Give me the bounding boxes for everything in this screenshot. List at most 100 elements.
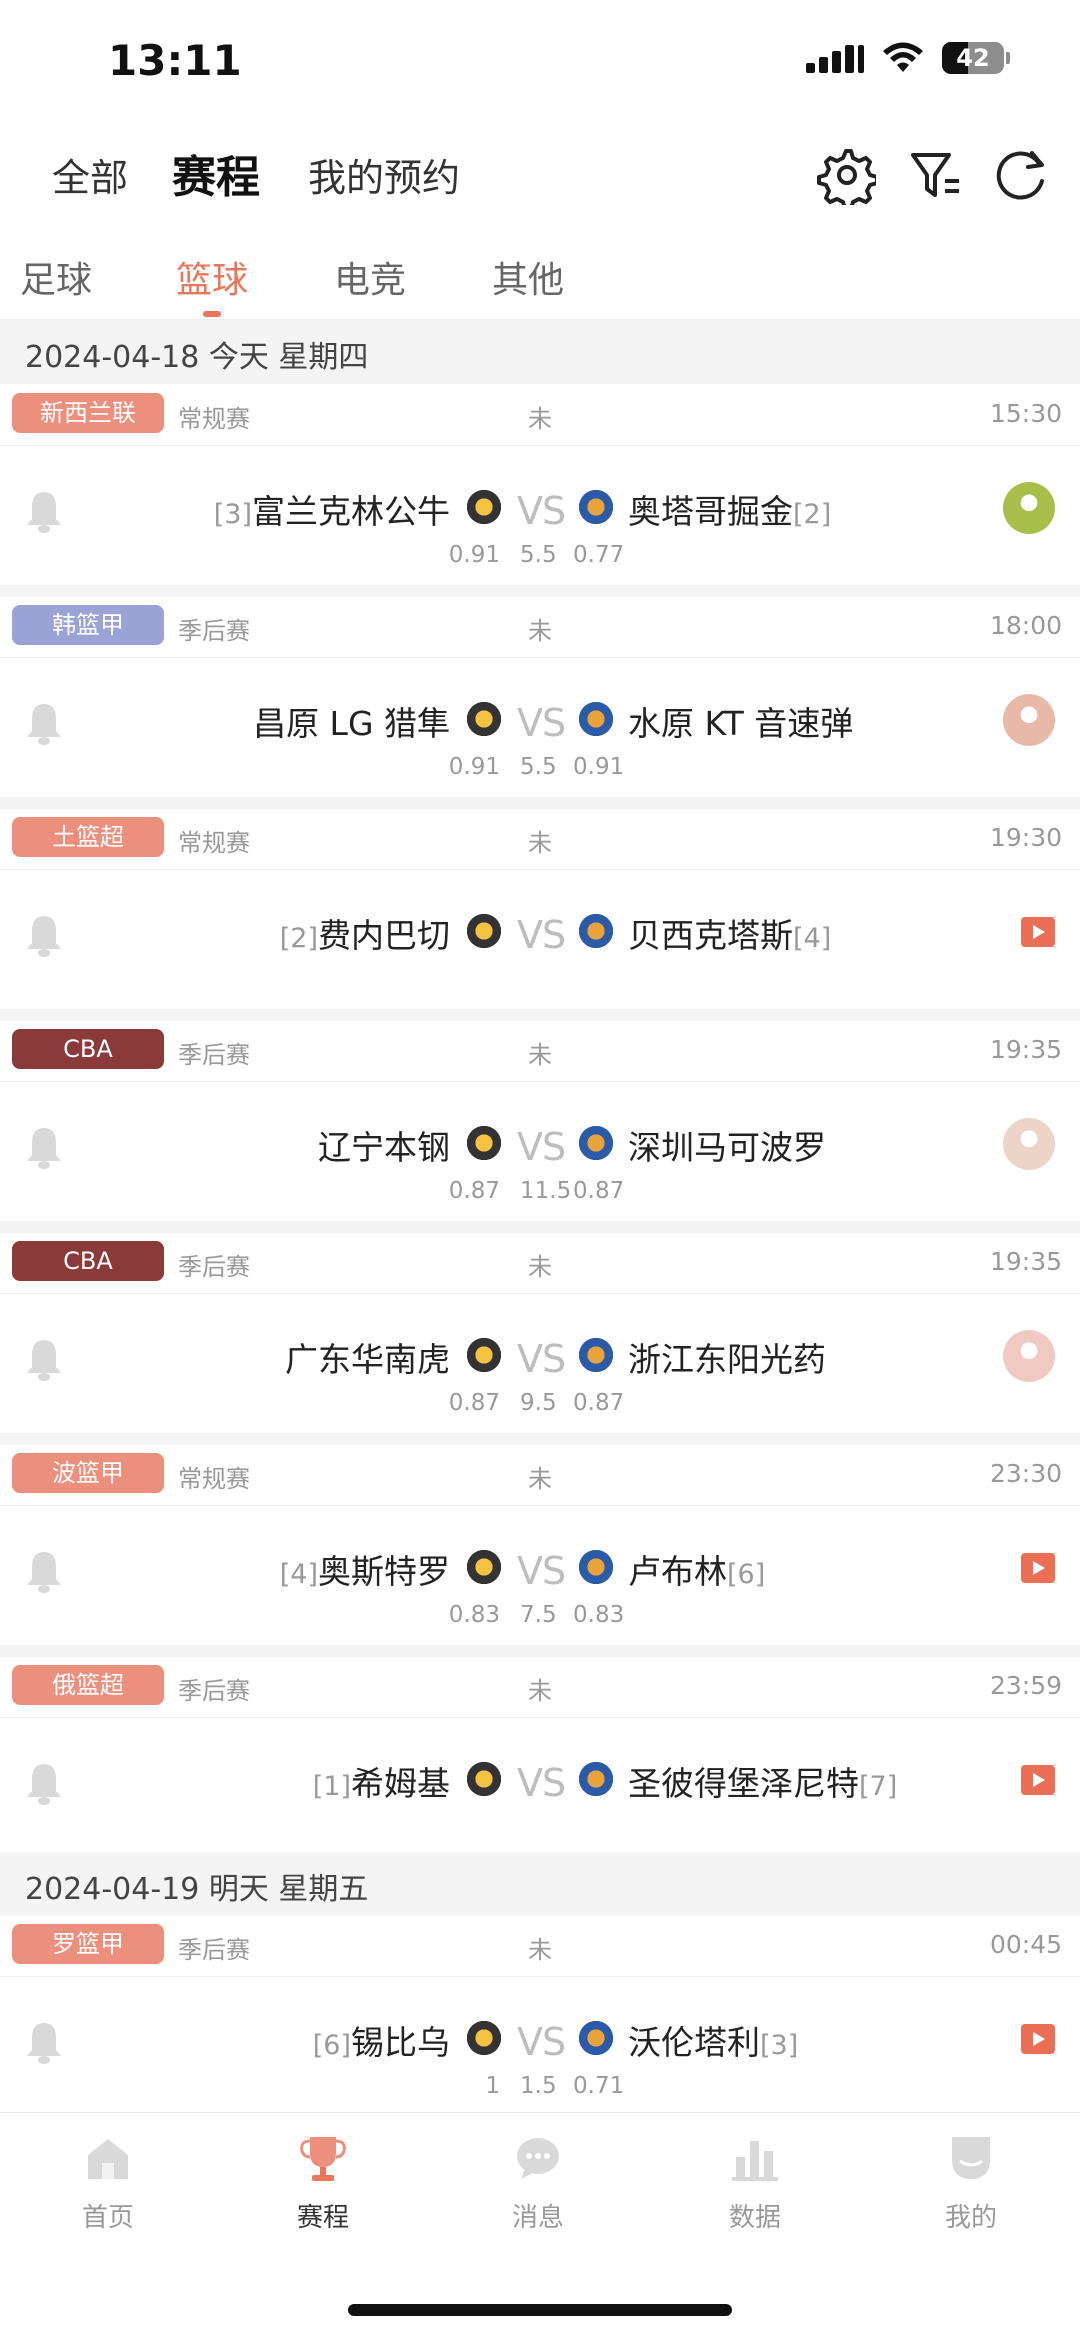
match-time: 19:35 — [989, 1247, 1062, 1276]
league-tag[interactable]: CBA — [12, 1241, 164, 1281]
vs-label: VS — [517, 913, 566, 957]
away-team[interactable]: 水原 KT 音速弹 — [628, 697, 853, 745]
streamer-avatar[interactable] — [1003, 482, 1055, 534]
odds-home: 0.83 — [448, 1602, 500, 1628]
home-team[interactable]: [4]奥斯特罗 — [280, 1545, 450, 1593]
tab-my-reservations[interactable]: 我的预约 — [308, 147, 460, 202]
filter-icon[interactable] — [905, 145, 965, 205]
nav-data[interactable]: 数据 — [695, 2133, 815, 2234]
home-team[interactable]: [2]费内巴切 — [280, 909, 450, 957]
away-team[interactable]: 贝西克塔斯[4] — [628, 909, 831, 957]
home-team-logo — [464, 487, 504, 527]
tab-esports[interactable]: 电竞 — [334, 251, 406, 303]
tab-other[interactable]: 其他 — [492, 251, 564, 303]
odds-home: 0.87 — [448, 1178, 500, 1204]
round-label: 季后赛 — [178, 1677, 250, 1705]
nav-home[interactable]: 首页 — [48, 2133, 168, 2234]
match-row[interactable]: 土篮超 常规赛 未 19:30 [2]费内巴切 VS 贝西克塔斯[4] — [0, 809, 1080, 1009]
match-row[interactable]: 韩篮甲 季后赛 未 18:00 昌原 LG 猎隼 VS 水原 KT 音速弹 0.… — [0, 597, 1080, 797]
live-play-icon[interactable] — [1021, 1765, 1055, 1795]
match-row[interactable]: 俄篮超 季后赛 未 23:59 [1]希姆基 VS 圣彼得堡泽尼特[7] — [0, 1657, 1080, 1857]
home-team[interactable]: [1]希姆基 — [313, 1757, 450, 1805]
bell-icon[interactable] — [24, 913, 64, 959]
away-team-logo — [576, 1335, 616, 1375]
home-team-logo — [464, 2018, 504, 2058]
match-row[interactable]: CBA 季后赛 未 19:35 辽宁本钢 VS 深圳马可波罗 0.87 11.5… — [0, 1021, 1080, 1221]
tab-football[interactable]: 足球 — [20, 251, 92, 303]
settings-icon[interactable] — [816, 145, 876, 205]
streamer-avatar[interactable] — [1003, 694, 1055, 746]
nav-messages[interactable]: 消息 — [478, 2133, 598, 2234]
match-time: 19:35 — [989, 1035, 1062, 1064]
tab-all[interactable]: 全部 — [52, 147, 128, 202]
refresh-icon[interactable] — [992, 145, 1052, 205]
away-team[interactable]: 卢布林[6] — [628, 1545, 765, 1593]
home-icon — [88, 2139, 128, 2179]
bell-icon[interactable] — [24, 2020, 64, 2066]
league-tag[interactable]: 罗篮甲 — [12, 1924, 164, 1964]
league-tag[interactable]: 韩篮甲 — [12, 605, 164, 645]
away-team[interactable]: 深圳马可波罗 — [628, 1121, 826, 1169]
nav-profile[interactable]: 我的 — [911, 2133, 1031, 2234]
away-team[interactable]: 沃伦塔利[3] — [628, 2016, 798, 2064]
vs-label: VS — [517, 1549, 566, 1593]
bell-icon[interactable] — [24, 1761, 64, 1807]
home-team-name: 希姆基 — [351, 1764, 450, 1803]
bell-icon[interactable] — [24, 1125, 64, 1171]
bell-icon[interactable] — [24, 489, 64, 535]
home-rank: [6] — [312, 2030, 351, 2061]
header-tabs: 全部 赛程 我的预约 — [0, 135, 1080, 235]
league-tag[interactable]: 新西兰联 — [12, 393, 164, 433]
odds-line: 5.5 — [520, 754, 557, 780]
bell-icon[interactable] — [24, 1337, 64, 1383]
away-team-logo — [576, 1547, 616, 1587]
battery-icon: 42 — [942, 42, 1004, 74]
divider — [0, 1505, 1080, 1506]
live-play-icon[interactable] — [1021, 2024, 1055, 2054]
away-team-name: 贝西克塔斯 — [628, 916, 793, 955]
nav-schedule[interactable]: 赛程 — [263, 2133, 383, 2234]
odds-away: 0.87 — [573, 1178, 625, 1204]
away-team-name: 圣彼得堡泽尼特 — [628, 1764, 859, 1803]
home-team[interactable]: 辽宁本钢 — [318, 1121, 450, 1169]
odds-away: 0.87 — [573, 1390, 625, 1416]
row-gap — [0, 585, 1080, 597]
streamer-avatar[interactable] — [1003, 1118, 1055, 1170]
vs-label: VS — [517, 1337, 566, 1381]
round-label: 常规赛 — [178, 405, 250, 433]
odds-line: 9.5 — [520, 1390, 557, 1416]
away-team[interactable]: 圣彼得堡泽尼特[7] — [628, 1757, 897, 1805]
odds-line: 7.5 — [520, 1602, 557, 1628]
away-team-logo — [576, 911, 616, 951]
live-play-icon[interactable] — [1021, 1553, 1055, 1583]
match-row[interactable]: 罗篮甲 季后赛 未 00:45 [6]锡比乌 VS 沃伦塔利[3] 1 1.5 … — [0, 1916, 1080, 2116]
league-tag[interactable]: 土篮超 — [12, 817, 164, 857]
home-team[interactable]: [3]富兰克林公牛 — [214, 485, 450, 533]
home-team[interactable]: 广东华南虎 — [285, 1333, 450, 1381]
round-label: 季后赛 — [178, 1253, 250, 1281]
home-team[interactable]: 昌原 LG 猎隼 — [253, 697, 450, 745]
home-team-name: 广东华南虎 — [285, 1340, 450, 1379]
away-team[interactable]: 奥塔哥掘金[2] — [628, 485, 831, 533]
battery-level: 42 — [956, 44, 990, 72]
home-team[interactable]: [6]锡比乌 — [313, 2016, 450, 2064]
tab-schedule[interactable]: 赛程 — [172, 141, 260, 205]
home-rank: [4] — [279, 1559, 318, 1590]
match-row[interactable]: CBA 季后赛 未 19:35 广东华南虎 VS 浙江东阳光药 0.87 9.5… — [0, 1233, 1080, 1433]
league-tag[interactable]: CBA — [12, 1029, 164, 1069]
away-team[interactable]: 浙江东阳光药 — [628, 1333, 826, 1381]
league-tag[interactable]: 波篮甲 — [12, 1453, 164, 1493]
bell-icon[interactable] — [24, 1549, 64, 1595]
bell-icon[interactable] — [24, 701, 64, 747]
live-play-icon[interactable] — [1021, 917, 1055, 947]
divider — [0, 445, 1080, 446]
away-team-name: 水原 KT 音速弹 — [628, 704, 854, 743]
match-row[interactable]: 新西兰联 常规赛 未 15:30 [3]富兰克林公牛 VS 奥塔哥掘金[2] 0… — [0, 385, 1080, 585]
round-label: 常规赛 — [178, 1465, 250, 1493]
away-rank: [3] — [760, 2030, 799, 2061]
streamer-avatar[interactable] — [1003, 1330, 1055, 1382]
sport-tabs: 足球 篮球 电竞 其他 — [0, 235, 1080, 320]
match-row[interactable]: 波篮甲 常规赛 未 23:30 [4]奥斯特罗 VS 卢布林[6] 0.83 7… — [0, 1445, 1080, 1645]
tab-basketball[interactable]: 篮球 — [176, 251, 248, 303]
league-tag[interactable]: 俄篮超 — [12, 1665, 164, 1705]
